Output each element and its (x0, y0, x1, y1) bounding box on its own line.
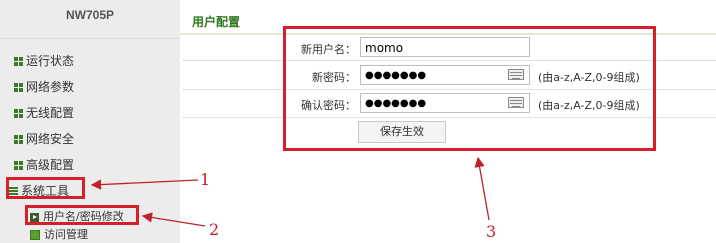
annotation-number-1: 1 (200, 170, 211, 189)
annotation-arrows (90, 156, 490, 227)
arrow-3 (474, 156, 490, 221)
arrow-1 (90, 179, 199, 190)
annotation-number-2: 2 (209, 220, 220, 239)
arrow-2 (141, 212, 206, 227)
annotation-number-3: 3 (486, 222, 497, 241)
